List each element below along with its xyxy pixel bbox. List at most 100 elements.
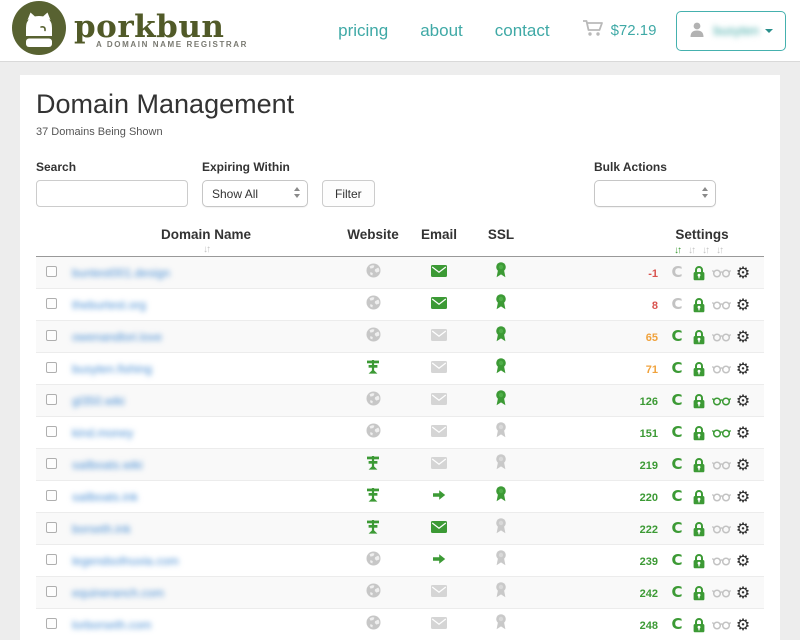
row-checkbox[interactable] [46,490,57,501]
lock-icon[interactable] [688,617,710,633]
email-status-icon[interactable] [432,553,446,565]
row-checkbox[interactable] [46,458,57,469]
porkbun-logo[interactable]: porkbun A DOMAIN NAME REGISTRAR [12,1,248,60]
gear-icon[interactable]: ⚙ [732,425,754,441]
ssl-status-icon[interactable] [495,454,507,470]
gear-icon[interactable]: ⚙ [732,265,754,281]
website-status-icon[interactable] [366,583,381,598]
whois-privacy-icon[interactable] [710,300,732,310]
nav-about[interactable]: about [420,21,463,41]
ssl-status-icon[interactable] [495,518,507,534]
whois-privacy-icon[interactable] [710,428,732,438]
row-checkbox[interactable] [46,522,57,533]
email-status-icon[interactable] [431,265,447,277]
website-status-icon[interactable] [366,423,381,438]
whois-privacy-icon[interactable] [710,364,732,374]
whois-privacy-icon[interactable] [710,588,732,598]
ssl-status-icon[interactable] [495,390,507,406]
email-status-icon[interactable] [432,489,446,501]
website-status-icon[interactable] [366,615,381,630]
domain-link[interactable]: owenandlori.love [72,330,162,344]
lock-icon[interactable] [688,297,710,313]
lock-icon[interactable] [688,361,710,377]
ssl-status-icon[interactable] [495,614,507,630]
ssl-status-icon[interactable] [495,582,507,598]
gear-icon[interactable]: ⚙ [732,393,754,409]
renew-icon[interactable]: C [666,329,688,344]
sort-lock-icon[interactable]: ↓↑ [702,245,708,256]
renew-icon[interactable]: C [666,457,688,472]
domain-link[interactable]: sailboats.ink [72,490,138,504]
ssl-status-icon[interactable] [495,422,507,438]
renew-icon[interactable]: C [666,553,688,568]
row-checkbox[interactable] [46,586,57,597]
whois-privacy-icon[interactable] [710,492,732,502]
lock-icon[interactable] [688,329,710,345]
renew-icon[interactable]: C [666,521,688,536]
email-status-icon[interactable] [431,297,447,309]
sort-expiry-icon[interactable]: ↓↑ [674,245,680,256]
domain-link[interactable]: kind.money [72,426,133,440]
website-status-icon[interactable] [366,263,381,278]
row-checkbox[interactable] [46,394,57,405]
lock-icon[interactable] [688,457,710,473]
sort-renew-icon[interactable]: ↓↑ [688,245,694,256]
lock-icon[interactable] [688,553,710,569]
filter-button[interactable]: Filter [322,180,375,207]
email-status-icon[interactable] [431,393,447,405]
renew-icon[interactable]: C [666,297,688,312]
email-status-icon[interactable] [431,457,447,469]
gear-icon[interactable]: ⚙ [732,585,754,601]
expiring-within-select[interactable]: Show All [202,180,308,207]
renew-icon[interactable]: C [666,489,688,504]
domain-link[interactable]: lorborseth.com [72,618,151,632]
gear-icon[interactable]: ⚙ [732,617,754,633]
ssl-status-icon[interactable] [495,486,507,502]
ssl-status-icon[interactable] [495,262,507,278]
gear-icon[interactable]: ⚙ [732,361,754,377]
gear-icon[interactable]: ⚙ [732,521,754,537]
email-status-icon[interactable] [431,521,447,533]
website-status-icon[interactable] [366,295,381,310]
bulk-actions-select[interactable] [594,180,716,207]
ssl-status-icon[interactable] [495,358,507,374]
row-checkbox[interactable] [46,298,57,309]
domain-link[interactable]: theburtest.org [72,298,146,312]
website-status-icon[interactable] [366,486,380,502]
email-status-icon[interactable] [431,617,447,629]
gear-icon[interactable]: ⚙ [732,329,754,345]
gear-icon[interactable]: ⚙ [732,457,754,473]
row-checkbox[interactable] [46,554,57,565]
sort-domain-icon[interactable]: ↓↑ [203,244,209,255]
email-status-icon[interactable] [431,425,447,437]
user-menu-button[interactable]: busyten [676,11,786,51]
domain-link[interactable]: buntest001.design [72,266,170,280]
website-status-icon[interactable] [366,327,381,342]
lock-icon[interactable] [688,489,710,505]
whois-privacy-icon[interactable] [710,268,732,278]
whois-privacy-icon[interactable] [710,460,732,470]
renew-icon[interactable]: C [666,585,688,600]
email-status-icon[interactable] [431,329,447,341]
website-status-icon[interactable] [366,551,381,566]
sort-whois-icon[interactable]: ↓↑ [716,245,722,256]
row-checkbox[interactable] [46,266,57,277]
website-status-icon[interactable] [366,454,380,470]
nav-pricing[interactable]: pricing [338,21,388,41]
website-status-icon[interactable] [366,391,381,406]
renew-icon[interactable]: C [666,425,688,440]
email-status-icon[interactable] [431,361,447,373]
row-checkbox[interactable] [46,330,57,341]
renew-icon[interactable]: C [666,265,688,280]
row-checkbox[interactable] [46,362,57,373]
ssl-status-icon[interactable] [495,326,507,342]
gear-icon[interactable]: ⚙ [732,297,754,313]
domain-link[interactable]: sailboats.wiki [72,458,143,472]
renew-icon[interactable]: C [666,617,688,632]
whois-privacy-icon[interactable] [710,524,732,534]
domain-link[interactable]: gl350.wiki [72,394,125,408]
website-status-icon[interactable] [366,518,380,534]
domain-link[interactable]: equineranch.com [72,586,164,600]
ssl-status-icon[interactable] [495,550,507,566]
row-checkbox[interactable] [46,618,57,629]
